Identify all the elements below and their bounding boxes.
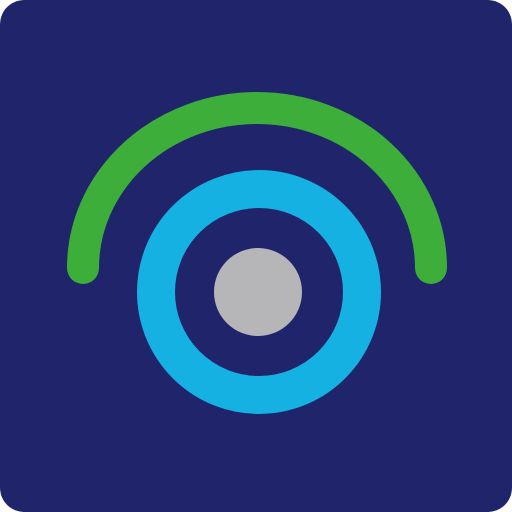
app-icon-graphic (0, 0, 512, 512)
app-icon[interactable] (0, 0, 512, 512)
lens-center-icon (214, 248, 302, 336)
